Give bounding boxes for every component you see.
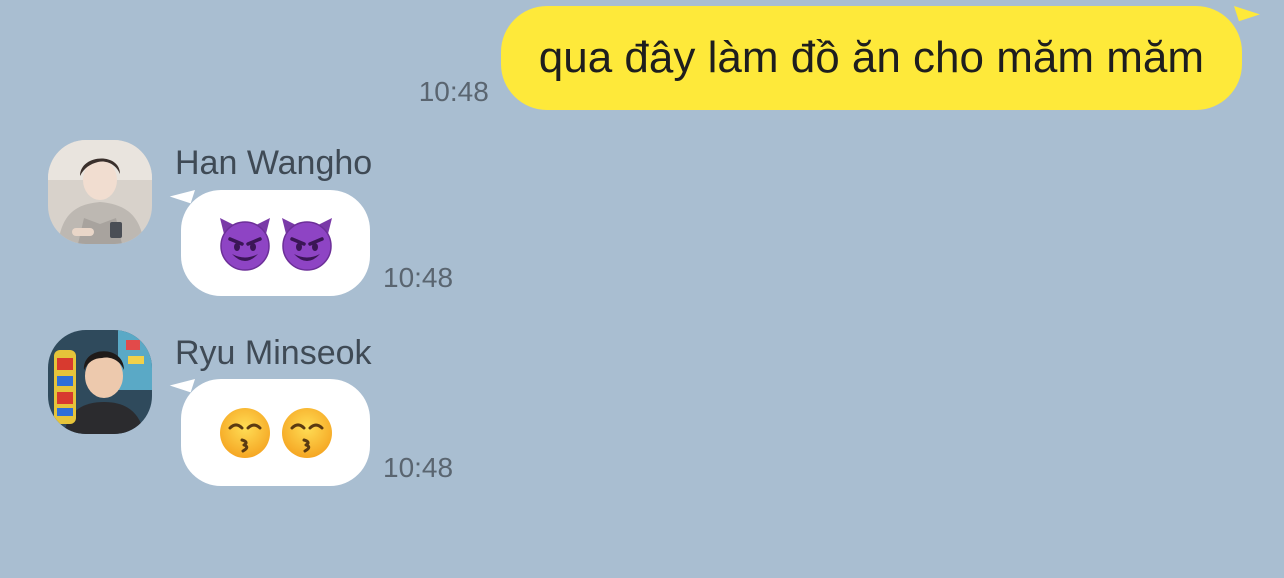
smiling-imp-emoji-icon bbox=[216, 214, 274, 272]
avatar-photo bbox=[48, 330, 152, 434]
avatar[interactable] bbox=[48, 140, 152, 244]
smiling-imp-emoji-icon bbox=[278, 214, 336, 272]
incoming-message-bubble[interactable] bbox=[169, 372, 370, 486]
avatar-photo bbox=[48, 140, 152, 244]
message-text: qua đây làm đồ ăn cho măm măm bbox=[538, 33, 1204, 82]
incoming-message-bubble[interactable] bbox=[169, 183, 370, 296]
outgoing-message-bubble[interactable]: qua đây làm đồ ăn cho măm măm bbox=[500, 0, 1260, 110]
bubble-tail bbox=[169, 183, 195, 204]
message-timestamp: 10:48 bbox=[383, 262, 454, 293]
message-timestamp: 10:48 bbox=[418, 76, 489, 107]
avatar[interactable] bbox=[48, 330, 152, 434]
kissing-smiling-eyes-emoji-icon bbox=[278, 404, 336, 462]
sender-name: Han Wangho bbox=[175, 144, 373, 182]
sender-name: Ryu Minseok bbox=[175, 334, 372, 372]
bubble-tail bbox=[169, 372, 195, 393]
kissing-smiling-eyes-emoji-icon bbox=[216, 404, 274, 462]
outgoing-message: 10:48 qua đây làm đồ ăn cho măm măm bbox=[418, 0, 1260, 110]
bubble-tail bbox=[1234, 0, 1260, 22]
message-timestamp: 10:48 bbox=[383, 452, 454, 483]
